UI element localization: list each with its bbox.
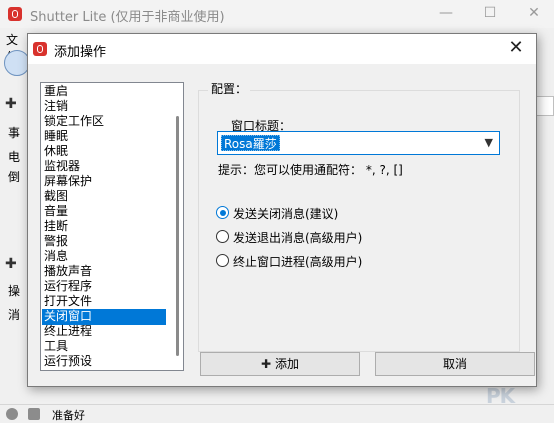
- radio-label[interactable]: 终止窗口进程(高级用户): [233, 253, 362, 270]
- chevron-down-icon[interactable]: ▼: [485, 136, 493, 149]
- list-item[interactable]: 警报: [42, 234, 166, 250]
- list-item[interactable]: 消息: [42, 249, 166, 265]
- list-item[interactable]: 挂断: [42, 219, 166, 235]
- event-row: 电: [8, 150, 21, 164]
- window-title-value[interactable]: Rosa羅莎: [221, 135, 280, 151]
- main-close-button[interactable]: ✕: [516, 0, 552, 28]
- add-action-icon[interactable]: ✚: [5, 256, 17, 272]
- main-window-title: Shutter Lite (仅用于非商业使用): [30, 10, 225, 25]
- list-item[interactable]: 播放声音: [42, 264, 166, 280]
- background-dropdown[interactable]: [536, 96, 554, 116]
- main-titlebar: Shutter Lite (仅用于非商业使用) — ☐ ✕: [0, 0, 554, 28]
- radio-button[interactable]: [216, 206, 229, 219]
- actions-label: 操: [8, 284, 21, 298]
- wildcard-hint: 提示：您可以使用通配符： *, ?, []: [218, 163, 403, 177]
- list-item[interactable]: 工具: [42, 339, 166, 355]
- add-event-icon[interactable]: ✚: [5, 96, 17, 112]
- status-bar: 准备好: [0, 404, 554, 422]
- list-item[interactable]: 运行程序: [42, 279, 166, 295]
- cancel-button[interactable]: 取消: [375, 352, 535, 376]
- list-item[interactable]: 监视器: [42, 159, 166, 175]
- radio-button[interactable]: [216, 254, 229, 267]
- list-item[interactable]: 休眠: [42, 144, 166, 160]
- list-item[interactable]: 重启: [42, 84, 166, 100]
- action-row: 消: [8, 308, 21, 322]
- config-legend: 配置：: [208, 80, 251, 97]
- list-item[interactable]: 关闭窗口: [42, 309, 166, 325]
- radio-button[interactable]: [216, 230, 229, 243]
- list-item[interactable]: 终止进程: [42, 324, 166, 340]
- plus-icon: ✚: [260, 357, 272, 371]
- list-item[interactable]: 打开文件: [42, 294, 166, 310]
- dialog-app-icon: [33, 42, 47, 56]
- list-item[interactable]: 注销: [42, 99, 166, 115]
- radio-label[interactable]: 发送退出消息(高级用户): [233, 229, 362, 246]
- dialog-titlebar: 添加操作 ✕: [28, 34, 536, 64]
- lock-icon: [28, 408, 40, 420]
- action-list[interactable]: 重启 注销 锁定工作区 睡眠 休眠 监视器 屏幕保护 截图 音量 挂断 警报 消息 播放声音 运行程序 打开…: [40, 82, 184, 371]
- minimize-button[interactable]: —: [428, 0, 464, 28]
- list-item[interactable]: 运行预设: [42, 354, 166, 370]
- add-button[interactable]: ✚ 添加: [200, 352, 360, 376]
- add-button-label: 添加: [275, 357, 300, 371]
- list-item[interactable]: 屏幕保护: [42, 174, 166, 190]
- radio-label[interactable]: 发送关闭消息(建议): [233, 205, 338, 222]
- list-item[interactable]: 睡眠: [42, 129, 166, 145]
- app-logo-icon: [8, 7, 22, 21]
- status-circle-icon: [6, 408, 18, 420]
- status-text: 准备好: [52, 409, 85, 422]
- maximize-button[interactable]: ☐: [472, 0, 508, 28]
- event-row: 倒: [8, 170, 21, 184]
- list-item[interactable]: 音量: [42, 204, 166, 220]
- add-action-dialog: 添加操作 ✕ 重启 注销 锁定工作区 睡眠 休眠 监视器 屏幕保护 截图 音量 挂断 警报 消息 播放声…: [27, 33, 537, 387]
- events-label: 事: [8, 126, 21, 140]
- list-scrollbar[interactable]: [172, 84, 182, 369]
- window-title-combobox[interactable]: Rosa羅莎 ▼: [217, 131, 500, 155]
- list-item[interactable]: 截图: [42, 189, 166, 205]
- dialog-close-button[interactable]: ✕: [504, 38, 528, 60]
- watermark: PK: [486, 384, 515, 408]
- cancel-button-label: 取消: [442, 357, 467, 371]
- list-scroll-thumb[interactable]: [176, 116, 179, 356]
- list-item[interactable]: 锁定工作区: [42, 114, 166, 130]
- dialog-title: 添加操作: [54, 45, 107, 60]
